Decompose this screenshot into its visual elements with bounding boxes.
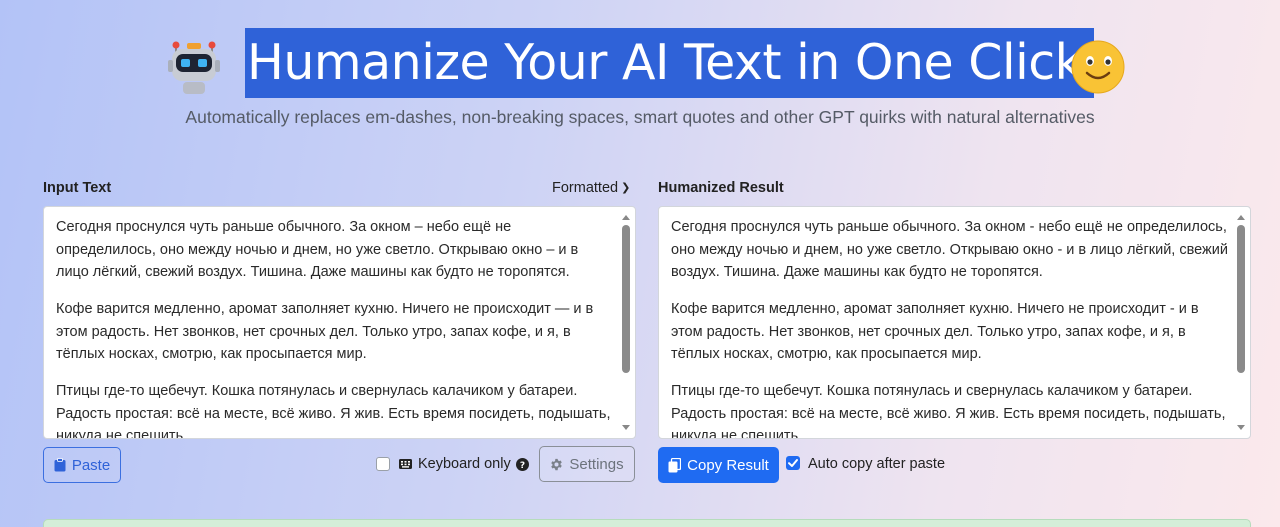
input-paragraph: Птицы где-то щебечут. Кошка потянулась и… — [56, 383, 611, 439]
checkmark-icon — [788, 459, 798, 467]
scroll-up-arrow-icon[interactable] — [1237, 215, 1245, 220]
scroll-down-arrow-icon[interactable] — [1237, 425, 1245, 430]
scroll-up-arrow-icon[interactable] — [622, 215, 630, 220]
hero-header: Humanize Your AI Text in One Click — [0, 28, 1280, 98]
settings-button-label: Settings — [569, 455, 624, 473]
output-textarea[interactable]: Сегодня проснулся чуть раньше обычного. … — [658, 206, 1251, 439]
page-subtitle: Automatically replaces em-dashes, non-br… — [185, 107, 1095, 127]
format-dropdown-label: Formatted — [552, 180, 619, 196]
keyboard-only-checkbox[interactable] — [376, 457, 390, 471]
output-scrollbar[interactable] — [1234, 209, 1248, 436]
copy-result-button[interactable]: Copy Result — [658, 447, 779, 483]
format-dropdown[interactable]: Formatted ❯ — [552, 180, 630, 196]
clipboard-icon — [54, 458, 66, 472]
input-paragraph: Кофе варится медленно, аромат заполняет … — [56, 301, 594, 362]
help-icon[interactable]: ? — [515, 457, 529, 471]
input-paragraph: Сегодня проснулся чуть раньше обычного. … — [56, 219, 579, 280]
settings-button[interactable]: Settings — [539, 446, 635, 482]
copy-result-button-label: Copy Result — [687, 456, 769, 474]
auto-copy-label: Auto copy after paste — [808, 456, 946, 472]
svg-text:?: ? — [520, 461, 525, 471]
keyboard-icon — [399, 459, 412, 469]
input-textarea[interactable]: Сегодня проснулся чуть раньше обычного. … — [43, 206, 636, 439]
smiley-icon — [1071, 40, 1125, 94]
scrollbar-thumb[interactable] — [1237, 225, 1245, 373]
paste-button-label: Paste — [71, 456, 111, 474]
scroll-down-arrow-icon[interactable] — [622, 425, 630, 430]
copy-icon — [668, 457, 682, 472]
robot-icon — [168, 41, 220, 94]
keyboard-only-option: Keyboard only ? — [399, 456, 529, 472]
output-paragraph: Сегодня проснулся чуть раньше обычного. … — [671, 219, 1228, 280]
chevron-down-icon: ❯ — [621, 182, 631, 194]
page-title: Humanize Your AI Text in One Click — [245, 28, 1094, 98]
input-scrollbar[interactable] — [619, 209, 633, 436]
keyboard-only-label: Keyboard only — [418, 456, 511, 472]
output-paragraph: Птицы где-то щебечут. Кошка потянулась и… — [671, 383, 1226, 439]
output-paragraph: Кофе варится медленно, аромат заполняет … — [671, 301, 1199, 362]
input-panel-label: Input Text — [43, 180, 112, 196]
paste-button[interactable]: Paste — [43, 447, 121, 483]
auto-copy-checkbox[interactable] — [786, 456, 800, 470]
gear-icon — [551, 458, 563, 470]
scrollbar-thumb[interactable] — [622, 225, 630, 373]
status-alert — [43, 519, 1251, 527]
output-panel-label: Humanized Result — [658, 180, 784, 196]
